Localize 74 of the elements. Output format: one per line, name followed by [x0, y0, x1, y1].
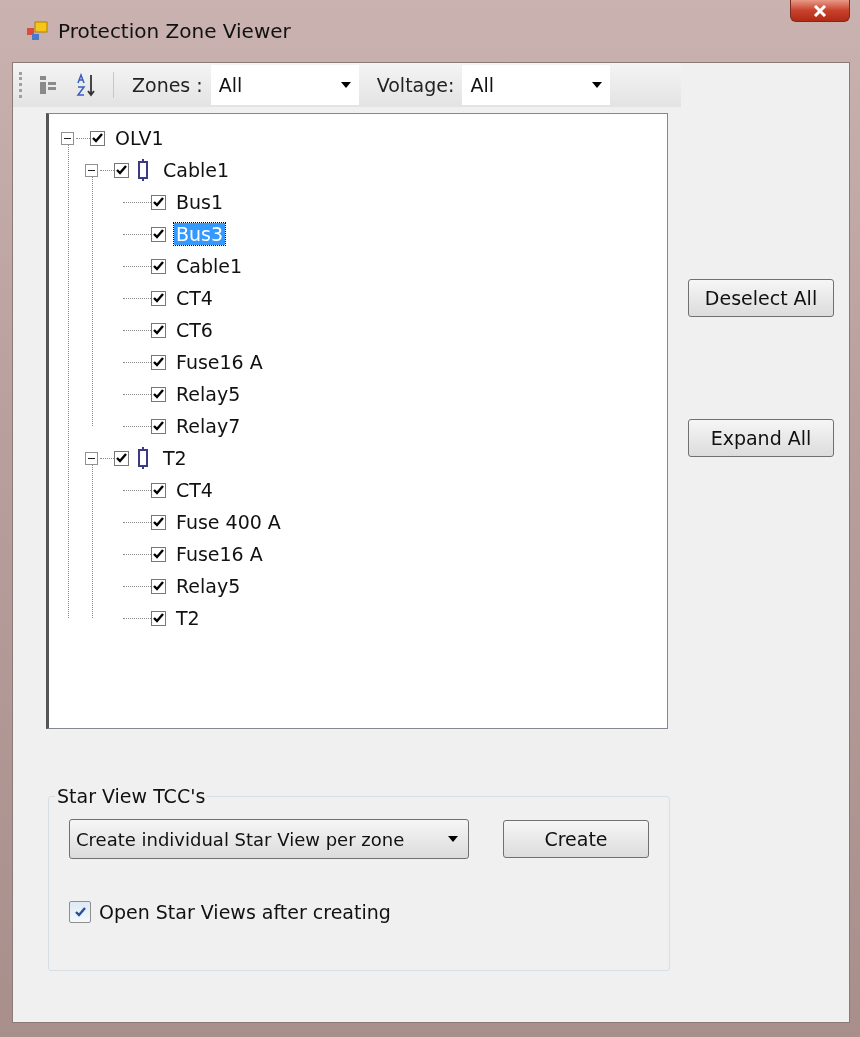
check-mark-icon: [153, 485, 164, 495]
zones-dropdown[interactable]: All: [210, 65, 359, 105]
toolbar-grip[interactable]: [19, 72, 25, 98]
tree-item[interactable]: Fuse16 A: [174, 351, 265, 373]
tree-item[interactable]: CT4: [174, 287, 215, 309]
tree-checkbox[interactable]: [151, 418, 166, 434]
check-mark-icon: [153, 357, 164, 367]
tree-checkbox[interactable]: [151, 546, 166, 562]
open-after-label: Open Star Views after creating: [99, 901, 391, 923]
tree-checkbox[interactable]: [151, 354, 166, 370]
tree-item[interactable]: Relay7: [174, 415, 243, 437]
close-icon: [813, 4, 827, 17]
check-mark-icon: [153, 389, 164, 399]
tree-checkbox[interactable]: [151, 322, 166, 338]
tree-item[interactable]: Bus1: [174, 191, 226, 213]
group-title: Star View TCC's: [56, 785, 207, 807]
check-mark-icon: [116, 165, 127, 175]
create-button[interactable]: Create: [503, 820, 649, 858]
tree-item[interactable]: CT6: [174, 319, 215, 341]
collapse-toggle[interactable]: [85, 163, 98, 177]
check-mark-icon: [153, 261, 164, 271]
voltage-dropdown[interactable]: All: [462, 65, 611, 105]
window-title: Protection Zone Viewer: [58, 19, 291, 43]
tree-item[interactable]: Cable1: [174, 255, 245, 277]
deselect-all-button[interactable]: Deselect All: [688, 279, 834, 317]
zones-label: Zones :: [132, 74, 203, 96]
sort-icon: [75, 73, 97, 97]
voltage-label: Voltage:: [376, 74, 455, 96]
tree-checkbox[interactable]: [151, 386, 166, 402]
tree-checkbox[interactable]: [151, 194, 166, 210]
tree-item[interactable]: T2: [161, 447, 189, 469]
star-view-mode-dropdown[interactable]: Create individual Star View per zone: [69, 819, 469, 859]
check-mark-icon: [153, 549, 164, 559]
zone-icon: [137, 159, 149, 181]
close-button[interactable]: [790, 0, 850, 22]
check-mark-icon: [153, 613, 164, 623]
expand-all-button[interactable]: Expand All: [688, 419, 834, 457]
tree-checkbox[interactable]: [114, 162, 129, 178]
dropdown-caret-icon: [592, 82, 603, 88]
tree-checkbox[interactable]: [151, 226, 166, 242]
tree-item[interactable]: CT4: [174, 479, 215, 501]
tree-item[interactable]: Fuse16 A: [174, 543, 265, 565]
check-mark-icon: [92, 133, 103, 143]
tree-checkbox[interactable]: [151, 482, 166, 498]
tree-item[interactable]: Fuse 400 A: [174, 511, 283, 533]
tree-item[interactable]: Cable1: [161, 159, 232, 181]
collapse-toggle[interactable]: [61, 131, 74, 145]
dropdown-caret-icon: [448, 836, 458, 842]
check-mark-icon: [153, 229, 164, 239]
categorized-icon: [38, 74, 58, 96]
zone-icon: [137, 447, 149, 469]
tree-checkbox[interactable]: [114, 450, 129, 466]
check-mark-icon: [153, 293, 164, 303]
app-icon: [26, 21, 48, 41]
tree-checkbox[interactable]: [151, 578, 166, 594]
check-mark-icon: [153, 421, 164, 431]
tree-item[interactable]: Relay5: [174, 383, 243, 405]
check-mark-icon: [74, 907, 86, 917]
check-mark-icon: [153, 517, 164, 527]
tree-checkbox[interactable]: [151, 290, 166, 306]
check-mark-icon: [116, 453, 127, 463]
dropdown-caret-icon: [340, 82, 351, 88]
tree-checkbox[interactable]: [151, 610, 166, 626]
tree-checkbox[interactable]: [90, 130, 105, 146]
tree-item[interactable]: Relay5: [174, 575, 243, 597]
collapse-toggle[interactable]: [85, 451, 98, 465]
tree-item[interactable]: T2: [174, 607, 202, 629]
check-mark-icon: [153, 197, 164, 207]
tree-item[interactable]: OLV1: [113, 127, 166, 149]
open-after-checkbox[interactable]: [69, 901, 91, 923]
tree-checkbox[interactable]: [151, 258, 166, 274]
check-mark-icon: [153, 325, 164, 335]
check-mark-icon: [153, 581, 164, 591]
tree-checkbox[interactable]: [151, 514, 166, 530]
